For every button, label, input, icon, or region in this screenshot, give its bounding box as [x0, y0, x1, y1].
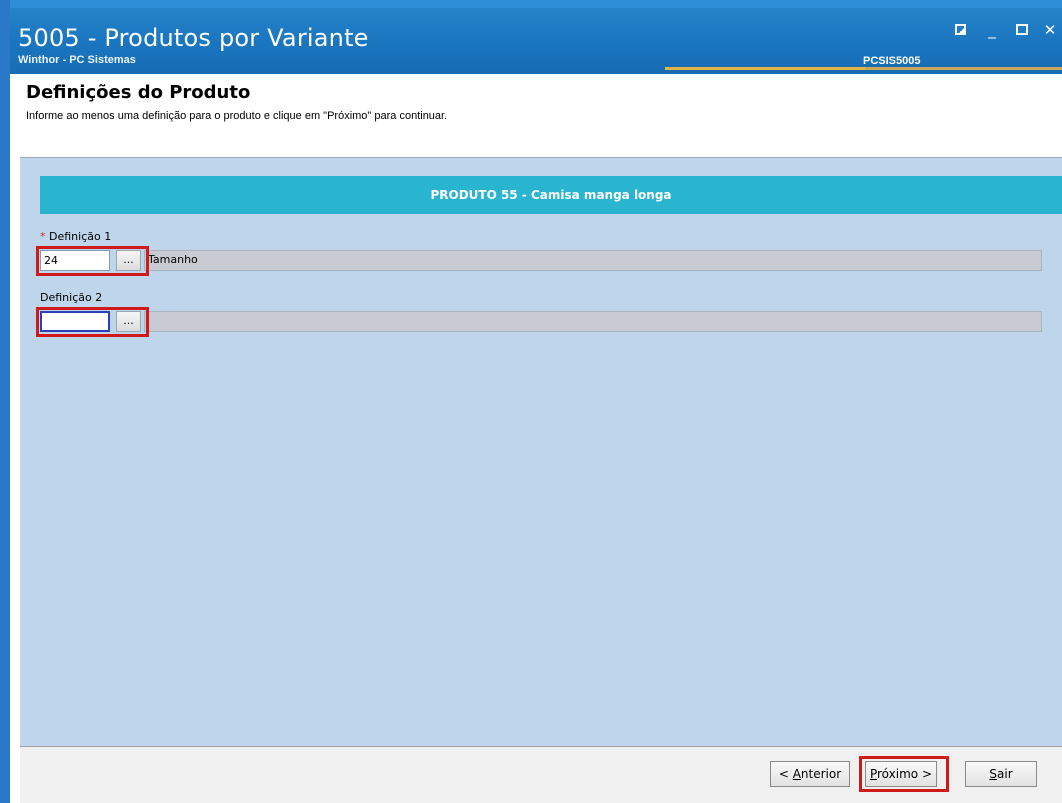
required-mark: * [40, 230, 46, 243]
close-icon[interactable]: ✕ [1042, 22, 1058, 38]
exit-accesskey: S [989, 767, 997, 781]
definition-1-description: Tamanho [144, 250, 1042, 271]
routine-code: PCSIS5005 [863, 55, 921, 67]
previous-button[interactable]: < Anterior [770, 761, 850, 787]
previous-prefix: < [778, 767, 793, 781]
restore-icon[interactable] [952, 22, 968, 38]
next-label: róximo [877, 767, 919, 781]
window-subtitle: Winthor - PC Sistemas [18, 54, 136, 66]
definition-1-label-text: Definição 1 [49, 230, 112, 243]
previous-accesskey: A [792, 767, 801, 781]
title-accent-bar [665, 67, 865, 70]
content-panel: PRODUTO 55 - Camisa manga longa * Defini… [20, 158, 1062, 746]
previous-label: nterior [800, 767, 842, 781]
next-suffix: > [918, 767, 932, 781]
footer-bar: < Anterior Próximo > Sair [20, 746, 1062, 803]
title-accent-bar [865, 67, 1062, 70]
exit-label: air [997, 767, 1013, 781]
title-bar-top-strip [10, 0, 1062, 8]
product-banner: PRODUTO 55 - Camisa manga longa [40, 176, 1062, 214]
page-instruction: Informe ao menos uma definição para o pr… [26, 110, 448, 122]
minimize-icon[interactable]: _ [984, 22, 1000, 38]
definition-1-lookup-button[interactable]: ... [116, 250, 141, 271]
page-header: Definições do Produto Informe ao menos u… [20, 74, 1062, 158]
definition-2-lookup-button[interactable]: ... [116, 311, 141, 332]
next-button[interactable]: Próximo > [865, 761, 937, 787]
definition-2-label: Definição 2 [40, 291, 103, 304]
next-accesskey: P [869, 767, 878, 781]
exit-button[interactable]: Sair [965, 761, 1037, 787]
page-title: Definições do Produto [26, 82, 251, 103]
maximize-icon[interactable] [1014, 22, 1030, 38]
definition-1-label: * Definição 1 [40, 230, 111, 243]
definition-2-code-input[interactable] [40, 311, 110, 332]
definition-1-code-input[interactable] [40, 250, 110, 271]
window-title: 5005 - Produtos por Variante [18, 24, 369, 52]
definition-2-description [144, 311, 1042, 332]
